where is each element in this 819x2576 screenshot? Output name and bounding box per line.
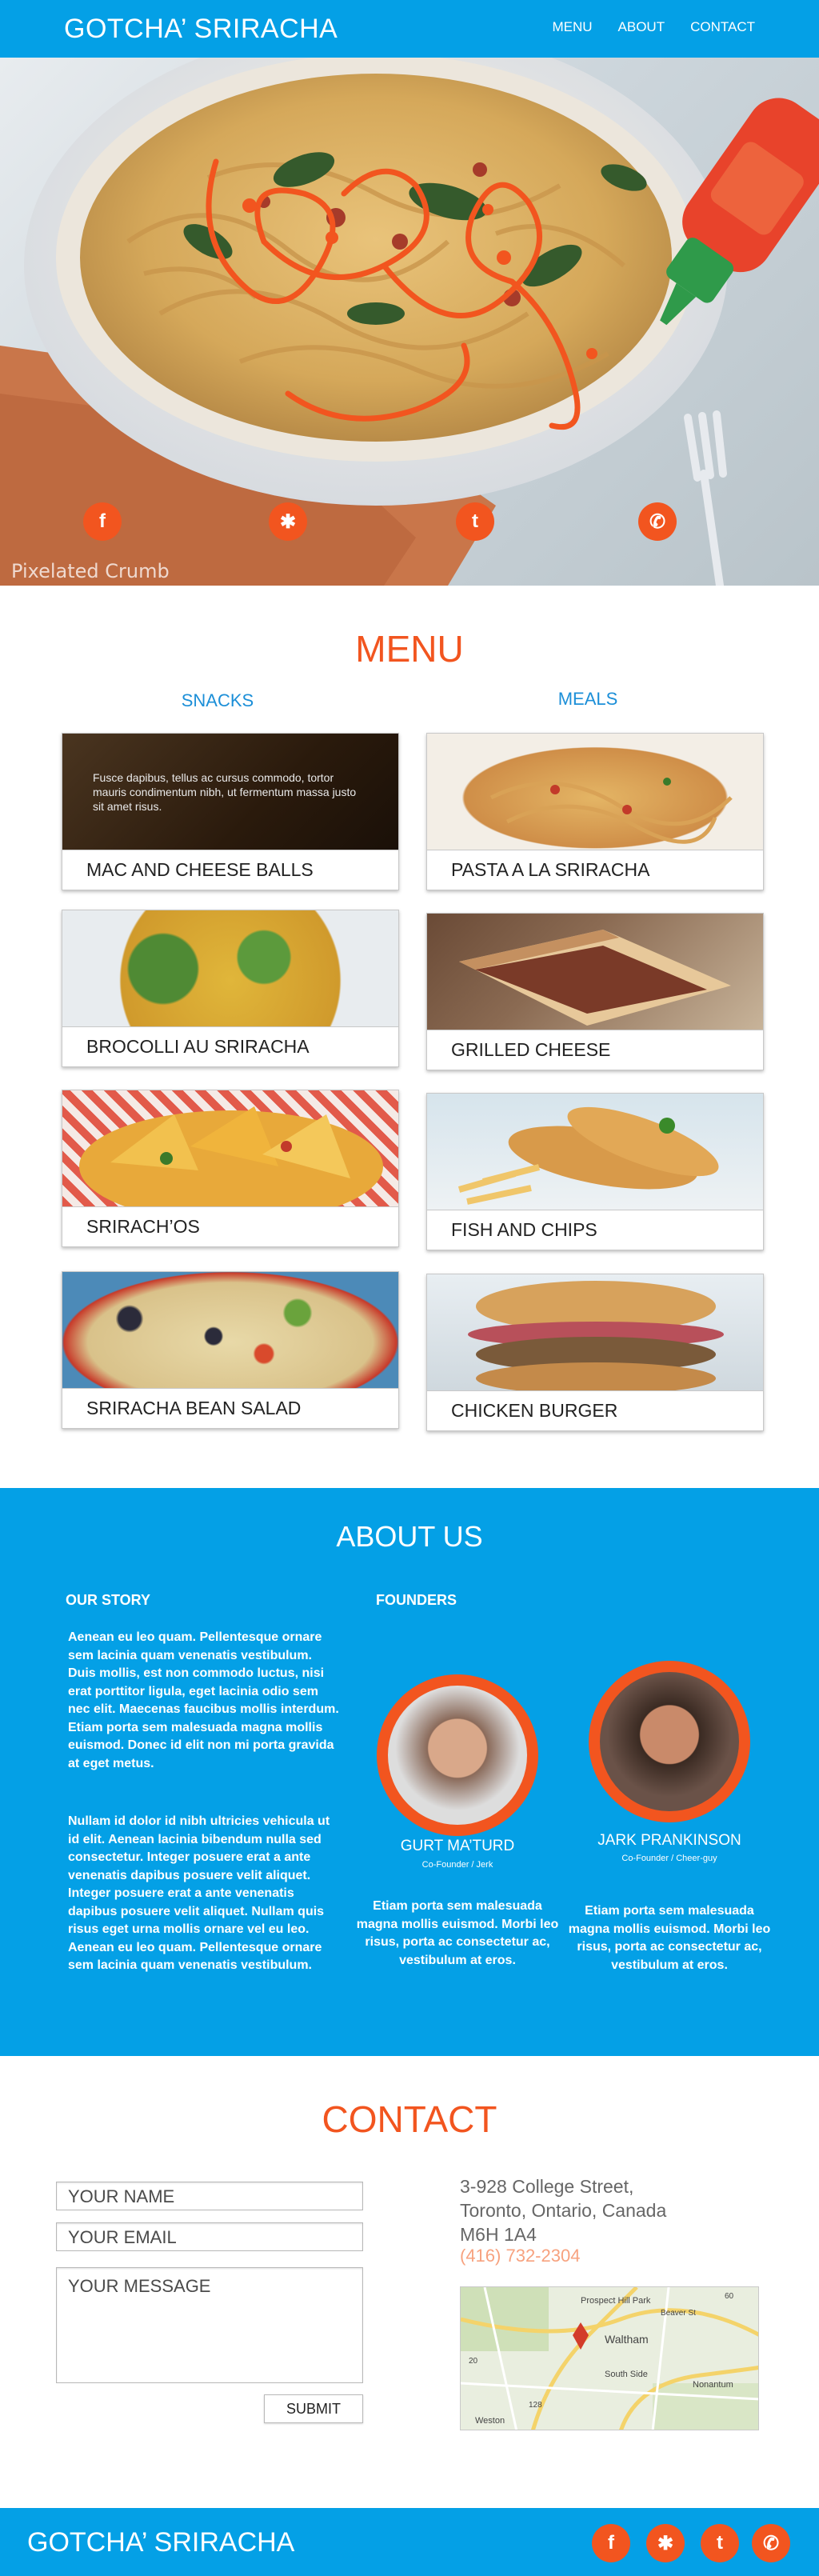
- founder-role: Co-Founder / Cheer-guy: [621, 1854, 717, 1863]
- map-label-128: 128: [529, 2401, 542, 2410]
- menu-card-fish-and-chips[interactable]: FISH AND CHIPS: [426, 1093, 764, 1250]
- name-field[interactable]: YOUR NAME: [56, 2182, 363, 2210]
- facebook-icon[interactable]: f: [592, 2524, 630, 2562]
- card-label: CHICKEN BURGER: [427, 1390, 763, 1430]
- founder-bio: Etiam porta sem malesuada magna mollis e…: [568, 1904, 771, 1972]
- nav-menu[interactable]: MENU: [552, 19, 592, 35]
- yelp-icon[interactable]: ✱: [646, 2524, 685, 2562]
- site-logo[interactable]: GOTCHA’ SRIRACHA: [64, 14, 338, 45]
- grilled-cheese-graphic: [459, 930, 731, 1026]
- message-field[interactable]: YOUR MESSAGE: [56, 2267, 363, 2383]
- phone-icon[interactable]: ✆: [752, 2524, 790, 2562]
- founder-name: JARK PRANKINSON: [597, 1832, 741, 1849]
- footer-logo[interactable]: GOTCHA’ SRIRACHA: [27, 2527, 294, 2558]
- founders-heading: FOUNDERS: [376, 1592, 457, 1608]
- snacks-heading: SNACKS: [181, 690, 254, 710]
- phone-link[interactable]: (416) 732-2304: [460, 2246, 580, 2266]
- founder-avatar-gurt: [377, 1674, 538, 1836]
- map-label-weston: Weston: [475, 2416, 505, 2426]
- story-paragraph-1: Aenean eu leo quam. Pellentesque ornare …: [68, 1630, 339, 1770]
- brocolli-image: [62, 910, 398, 1027]
- card-label: PASTA A LA SRIRACHA: [427, 850, 763, 890]
- our-story-heading: OUR STORY: [66, 1592, 151, 1608]
- main-nav: MENU ABOUT CONTACT: [552, 19, 755, 35]
- address-line-3: M6H 1A4: [460, 2224, 537, 2245]
- location-map[interactable]: Prospect Hill Park Waltham South Side No…: [460, 2286, 759, 2430]
- bean-salad-image: [62, 1272, 398, 1389]
- nachos-image: [62, 1090, 398, 1222]
- menu-title: MENU: [355, 628, 464, 670]
- address-line-2: Toronto, Ontario, Canada: [460, 2200, 667, 2221]
- card-label: SRIRACHA BEAN SALAD: [62, 1388, 398, 1428]
- founder-name: GURT MA’TURD: [400, 1838, 515, 1854]
- founder-photo: [388, 1686, 527, 1825]
- chicken-burger-image: [427, 1274, 763, 1394]
- twitter-icon[interactable]: t: [456, 502, 494, 541]
- map-label-nonantum: Nonantum: [693, 2380, 733, 2390]
- facebook-icon[interactable]: f: [83, 502, 122, 541]
- story-paragraph-2: Nullam id dolor id nibh ultricies vehicu…: [68, 1814, 330, 1972]
- menu-card-chicken-burger[interactable]: CHICKEN BURGER: [426, 1274, 764, 1431]
- hero-banner: Pixelated Crumb f ✱ t ✆: [0, 58, 819, 586]
- photo-watermark: Pixelated Crumb: [11, 560, 170, 582]
- email-field[interactable]: YOUR EMAIL: [56, 2222, 363, 2251]
- menu-card-mac-and-cheese-balls[interactable]: Fusce dapibus, tellus ac cursus commodo,…: [62, 733, 399, 890]
- phone-icon[interactable]: ✆: [638, 502, 677, 541]
- card-label: FISH AND CHIPS: [427, 1210, 763, 1250]
- card-label: BROCOLLI AU SRIRACHA: [62, 1026, 398, 1066]
- nav-contact[interactable]: CONTACT: [690, 19, 755, 35]
- meals-heading: MEALS: [557, 689, 618, 709]
- site-header: GOTCHA’ SRIRACHA MENU ABOUT CONTACT: [0, 0, 819, 58]
- founder-bio: Etiam porta sem malesuada magna mollis e…: [356, 1899, 559, 1967]
- grilled-cheese-image: [427, 914, 763, 1030]
- fish-and-chips-image: [427, 1094, 763, 1210]
- nachos-graphic: [79, 1106, 383, 1222]
- map-label-20: 20: [469, 2357, 478, 2366]
- menu-card-srirachos[interactable]: SRIRACH’OS: [62, 1090, 399, 1247]
- map-label-beaver: Beaver St: [661, 2309, 696, 2318]
- nav-about[interactable]: ABOUT: [618, 19, 665, 35]
- pasta-image: [427, 734, 763, 850]
- menu-card-brocolli-au-sriracha[interactable]: BROCOLLI AU SRIRACHA: [62, 910, 399, 1067]
- submit-button[interactable]: SUBMIT: [264, 2394, 363, 2423]
- address-line-1: 3-928 College Street,: [460, 2176, 634, 2197]
- card-label: GRILLED CHEESE: [427, 1030, 763, 1070]
- founder-role: Co-Founder / Jerk: [421, 1860, 493, 1870]
- card-label: SRIRACH’OS: [62, 1206, 398, 1246]
- site-footer: GOTCHA’ SRIRACHA f ✱ t ✆: [0, 2508, 819, 2576]
- fish-and-chips-graphic: [457, 1106, 719, 1205]
- map-label-waltham: Waltham: [605, 2333, 649, 2346]
- card-overlay-text: Fusce dapibus, tellus ac cursus commodo,…: [93, 771, 357, 813]
- map-label-60: 60: [725, 2292, 734, 2301]
- twitter-icon[interactable]: t: [701, 2524, 739, 2562]
- map-graphic: Prospect Hill Park Waltham South Side No…: [461, 2287, 758, 2430]
- menu-card-sriracha-bean-salad[interactable]: SRIRACHA BEAN SALAD: [62, 1271, 399, 1429]
- card-label: MAC AND CHEESE BALLS: [62, 850, 398, 890]
- contact-title: CONTACT: [322, 2098, 497, 2140]
- map-label-south-side: South Side: [605, 2370, 648, 2379]
- menu-card-pasta-a-la-sriracha[interactable]: PASTA A LA SRIRACHA: [426, 733, 764, 890]
- map-label-prospect: Prospect Hill Park: [581, 2296, 651, 2306]
- chicken-burger-graphic: [468, 1281, 724, 1394]
- founder-photo: [600, 1672, 739, 1811]
- yelp-icon[interactable]: ✱: [269, 502, 307, 541]
- pasta-graphic: [489, 778, 733, 844]
- menu-card-grilled-cheese[interactable]: GRILLED CHEESE: [426, 913, 764, 1070]
- hero-pasta-image: [0, 58, 819, 586]
- about-section: ABOUT US OUR STORY FOUNDERS Aenean eu le…: [0, 1488, 819, 2056]
- about-title: ABOUT US: [336, 1520, 483, 1553]
- founder-avatar-jark: [589, 1661, 750, 1822]
